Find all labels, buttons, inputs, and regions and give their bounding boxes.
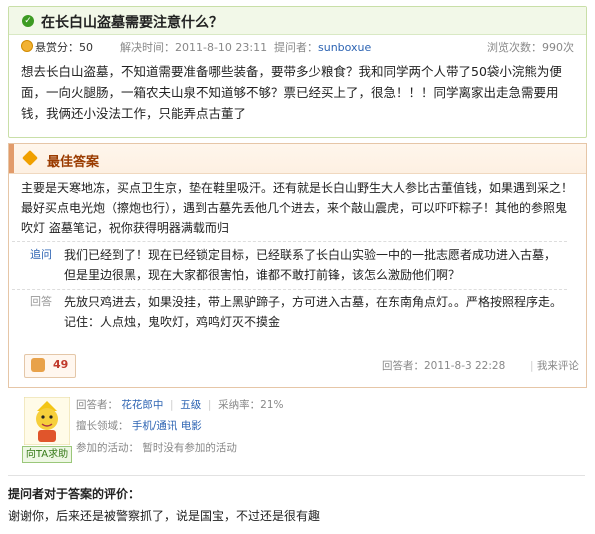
asker-link[interactable]: sunboxue [318, 41, 371, 54]
expertise-row: 擅长领域： 手机/通讯 电影 [76, 420, 202, 432]
asker: 提问者：sunboxue [274, 41, 372, 54]
divider [12, 241, 567, 242]
best-answer-header: 最佳答案 [9, 143, 586, 174]
divider [12, 289, 567, 290]
reward: 悬赏分：50 [35, 41, 93, 54]
best-answer-title: 最佳答案 [47, 155, 100, 170]
best-answer-body: 主要是天寒地冻，买点卫生京，垫在鞋里吸汗。还有就是长白山野生大人参比古董值钱，如… [21, 181, 574, 235]
answerer-level[interactable]: 五级 [180, 399, 201, 411]
best-answer-icon [22, 150, 38, 166]
adoption-rate: 采纳率：21% [218, 399, 284, 411]
expertise-links[interactable]: 手机/通讯 电影 [132, 420, 202, 432]
evaluation-title: 提问者对于答案的评价： [8, 487, 141, 501]
view-count: 浏览次数：990次 [487, 41, 574, 54]
followup-text: 我们已经到了！现在已经锁定目标，已经联系了长白山实验一中的一批志愿者成功进入古墓… [64, 248, 557, 282]
answerer-info: 回答者： 花花郎中 | 五级 | 采纳率：21% [76, 399, 284, 411]
resolved-time: 解决时间：2011-8-10 23:11 [120, 41, 268, 54]
reply-label: 回答 [30, 295, 52, 308]
question-panel: ✓ 在长白山盗墓需要注意什么？ 悬赏分：50 解决时间：2011-8-10 23… [8, 6, 587, 138]
comment-link[interactable]: | 我来评论 [530, 358, 579, 373]
coin-icon [21, 40, 33, 52]
answerer-panel: 向TA求助 回答者： 花花郎中 | 五级 | 采纳率：21% 擅长领域： 手机/… [8, 397, 585, 465]
followup-label: 追问 [30, 248, 52, 261]
activity-value: 暂时没有参加的活动 [142, 442, 237, 454]
question-body: 想去长白山盗墓，不知道需要准备哪些装备，要带多少粮食？我和同学两个人带了50袋小… [21, 64, 562, 121]
asker-evaluation: 提问者对于答案的评价： 谢谢你，后来还是被警察抓了，说是国宝，不过还是很有趣 [8, 475, 585, 534]
question-meta: 悬赏分：50 解决时间：2011-8-10 23:11 提问者：sunboxue… [9, 36, 586, 56]
resolved-check-icon: ✓ [22, 15, 34, 27]
activity-row: 参加的活动： 暂时没有参加的活动 [76, 442, 237, 454]
ask-ta-button[interactable]: 向TA求助 [22, 446, 72, 463]
question-title: 在长白山盗墓需要注意什么？ [41, 15, 223, 31]
avatar[interactable] [24, 397, 70, 445]
like-count: 49 [53, 358, 69, 371]
thumbs-up-icon [31, 358, 45, 372]
question-header: ✓ 在长白山盗墓需要注意什么？ [9, 7, 586, 35]
evaluation-text: 谢谢你，后来还是被警察抓了，说是国宝，不过还是很有趣 [8, 509, 321, 523]
answer-time: 回答者：2011-8-3 22:28 [382, 360, 506, 372]
header-stripe [9, 144, 14, 173]
answerer-name[interactable]: 花花郎中 [121, 399, 163, 411]
reply-text: 先放只鸡进去，如果没挂，带上黑驴蹄子，方可进入古墓，在东南角点灯。。严格按照程序… [64, 295, 563, 329]
like-button[interactable]: 49 [24, 354, 76, 378]
